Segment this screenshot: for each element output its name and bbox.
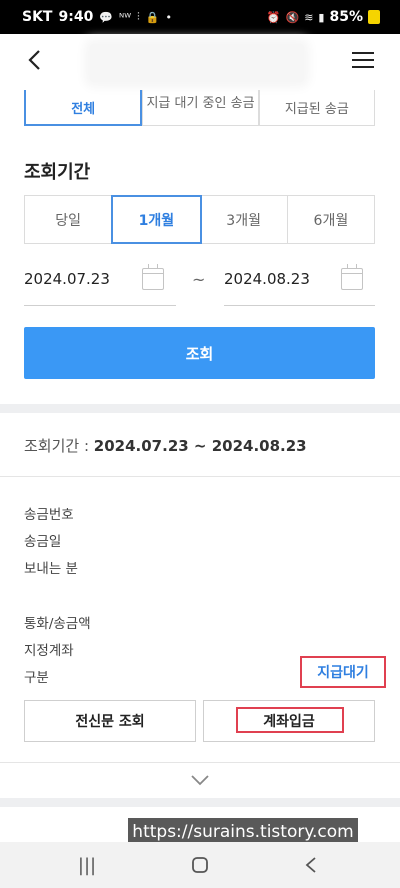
field-sender-label: 보내는 분 [24,561,78,577]
remit-status-tabs: 전체 지급 대기 중인 송금 지급된 송금 [24,90,375,126]
telegram-inquiry-label: 전신문 조회 [75,714,145,730]
tab-label: 전체 [71,101,96,117]
recent-apps-icon[interactable]: ||| [72,850,102,880]
lock-icon: 🔒 [145,10,160,24]
clock: 9:40 [58,9,94,25]
app-header [0,34,400,90]
telegram-inquiry-button[interactable]: 전신문 조회 [24,700,196,742]
screen: SKT 9:40 💬 ᴺᵂ ⫶ 🔒 • ⏰ 🔇 ≋ ▮ 85% 전체 지급 대기… [0,0,400,888]
tab-pending[interactable]: 지급 대기 중인 송금 [142,90,259,126]
chevron-down-icon[interactable] [190,770,210,790]
battery-percent: 85% [329,9,363,25]
date-range-separator: ~ [192,270,206,289]
calendar-icon[interactable] [142,264,164,290]
date-from-value: 2024.07.23 [24,270,110,288]
account-deposit-button[interactable]: 계좌입금 [203,700,375,742]
chevron-left-icon[interactable] [24,48,48,72]
field-account-label: 지정계좌 [24,643,74,659]
wifi-icon: ≋ [304,10,314,24]
field-remit-date-label: 송금일 [24,534,62,550]
period-1month-button[interactable]: 1개월 [111,195,202,244]
signal-icon: ⫶ [137,10,140,23]
status-bar: SKT 9:40 💬 ᴺᵂ ⫶ 🔒 • ⏰ 🔇 ≋ ▮ 85% [0,0,400,34]
mvno-icon: ᴺᵂ [119,10,132,24]
period-6month-button[interactable]: 6개월 [288,196,374,243]
divider-line [0,762,400,763]
field-type-label: 구분 [24,670,49,686]
calendar-icon[interactable] [341,264,363,290]
field-remit-no-label: 송금번호 [24,507,74,523]
date-to-value: 2024.08.23 [224,270,310,288]
period-selector: 당일 1개월 3개월 6개월 [24,195,375,244]
period-section-title: 조회기간 [24,162,91,183]
tab-label: 지급된 송금 [284,102,349,117]
search-button[interactable]: 조회 [24,327,375,379]
hamburger-icon[interactable] [350,48,376,72]
alarm-icon: ⏰ [266,10,281,24]
section-divider [0,404,400,413]
date-from-field[interactable]: 2024.07.23 [24,262,176,306]
tab-paid[interactable]: 지급된 송금 [258,90,375,126]
date-to-field[interactable]: 2024.08.23 [224,262,375,306]
period-today-button[interactable]: 당일 [25,196,113,243]
divider-line [0,476,400,477]
field-currency-amount-label: 통화/송금액 [24,616,91,632]
dot-icon: • [165,10,173,24]
mute-icon: 🔇 [285,10,300,24]
result-period-dates: 2024.07.23 ~ 2024.08.23 [93,437,307,455]
account-deposit-label: 계좌입금 [263,714,315,730]
status-badge: 지급대기 [300,656,386,688]
page-title-redacted [90,44,304,82]
system-nav-bar: ||| [0,842,400,888]
tab-label: 지급 대기 중인 송금 [146,95,255,111]
home-icon[interactable] [185,850,215,880]
result-period: 조회기간 : 2024.07.23 ~ 2024.08.23 [24,435,307,456]
section-divider [0,798,400,807]
tab-all[interactable]: 전체 [24,90,143,126]
carrier-label: SKT [22,9,53,25]
cell-signal-icon: ▮ [318,10,325,24]
back-nav-icon[interactable] [296,850,326,880]
period-3month-button[interactable]: 3개월 [201,196,288,243]
message-icon: 💬 [99,10,114,24]
battery-icon [368,10,380,24]
result-period-label: 조회기간 : [24,437,94,455]
